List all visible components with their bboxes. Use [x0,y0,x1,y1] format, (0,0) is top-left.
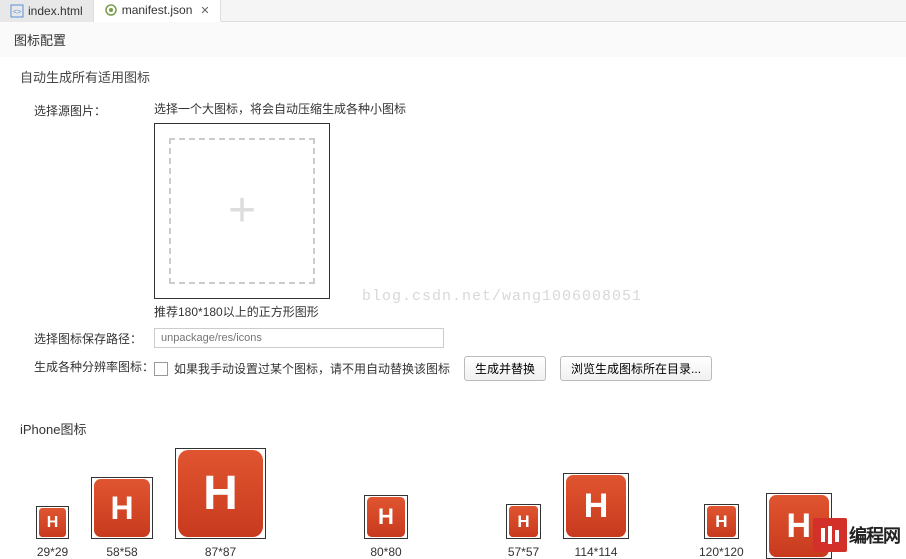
app-icon-58[interactable]: H [91,477,153,539]
tab-bar: <> index.html manifest.json ✕ [0,0,906,22]
browse-button[interactable]: 浏览生成图标所在目录... [560,356,712,381]
icon-label-58: 58*58 [106,545,137,559]
icon-col-114: H 114*114 [563,473,629,559]
source-image-recommend: 推荐180*180以上的正方形图形 [154,303,882,320]
tab-manifest-label: manifest.json [122,3,193,17]
generate-label: 生成各种分辨率图标： [34,356,154,375]
app-icon-114[interactable]: H [563,473,629,539]
icon-label-57: 57*57 [508,545,539,559]
generate-button[interactable]: 生成并替换 [464,356,546,381]
close-icon[interactable]: ✕ [200,4,209,17]
icon-col-57: H 57*57 [506,504,541,559]
iphone-icons-row: H 29*29 H 58*58 H 87*87 H 80*80 H [20,448,906,559]
icon-label-80: 80*80 [370,545,401,559]
image-placeholder: + [169,138,315,284]
app-icon-57[interactable]: H [506,504,541,539]
svg-text:<>: <> [13,9,21,16]
tab-manifest[interactable]: manifest.json ✕ [94,0,221,22]
iphone-section-title: iPhone图标 [20,419,906,438]
source-image-dropzone[interactable]: + [154,123,330,299]
logo-icon [813,518,847,552]
plus-icon: + [228,187,256,235]
app-icon-29[interactable]: H [36,506,69,539]
site-logo: 编程网 [813,518,900,552]
icon-col-80: H 80*80 [364,495,408,559]
icon-col-58: H 58*58 [91,477,153,559]
save-path-input[interactable] [154,328,444,348]
icon-label-87: 87*87 [205,545,236,559]
app-icon-87[interactable]: H [175,448,266,539]
logo-text: 编程网 [849,522,900,548]
app-icon-120a[interactable]: H [704,504,739,539]
html-file-icon: <> [10,4,24,18]
json-file-icon [104,3,118,17]
icon-label-29: 29*29 [37,545,68,559]
save-path-label: 选择图标保存路径： [34,328,154,347]
icon-label-120a: 120*120 [699,545,744,559]
group-auto-generate: 自动生成所有适用图标 [0,57,906,92]
source-image-hint: 选择一个大图标，将会自动压缩生成各种小图标 [154,100,882,117]
icon-label-114: 114*114 [575,545,618,559]
section-title: 图标配置 [0,22,906,57]
icon-col-87: H 87*87 [175,448,266,559]
no-replace-checkbox[interactable] [154,362,168,376]
icon-col-29: H 29*29 [36,506,69,559]
source-image-label: 选择源图片： [34,100,154,119]
app-icon-80[interactable]: H [364,495,408,539]
icon-col-120a: H 120*120 [699,504,744,559]
tab-index[interactable]: <> index.html [0,0,94,22]
tab-index-label: index.html [28,4,83,18]
no-replace-checkbox-label: 如果我手动设置过某个图标，请不用自动替换该图标 [174,360,450,377]
